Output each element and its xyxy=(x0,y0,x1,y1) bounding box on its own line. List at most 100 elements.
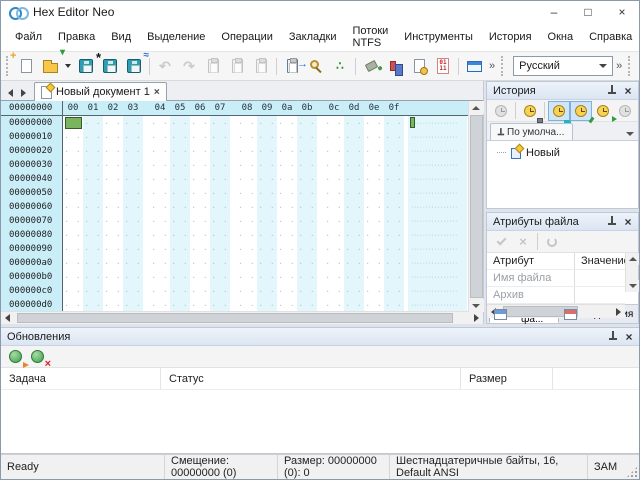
scroll-down-icon[interactable] xyxy=(626,280,639,292)
hex-cell[interactable] xyxy=(123,214,143,228)
hex-cell[interactable] xyxy=(364,284,384,298)
ascii-column[interactable]: ················ xyxy=(408,158,467,172)
hex-cell[interactable] xyxy=(190,242,210,256)
hex-cell[interactable] xyxy=(344,256,364,270)
column-header-size[interactable]: Размер xyxy=(461,368,553,389)
hex-cell[interactable] xyxy=(364,200,384,214)
hex-cell[interactable] xyxy=(83,172,103,186)
hex-cell[interactable] xyxy=(170,298,190,311)
column-header-status[interactable]: Статус xyxy=(161,368,461,389)
redo-icon[interactable]: ↷ xyxy=(177,54,201,78)
hex-cell[interactable] xyxy=(190,214,210,228)
hex-cell[interactable] xyxy=(210,172,230,186)
hex-cell[interactable] xyxy=(257,214,277,228)
hex-horizontal-scrollbar[interactable] xyxy=(1,311,483,324)
hex-cell[interactable] xyxy=(123,256,143,270)
menu-item[interactable]: Вид xyxy=(103,29,139,45)
hex-cell[interactable] xyxy=(103,214,123,228)
hex-cell[interactable] xyxy=(364,172,384,186)
hex-cell[interactable] xyxy=(344,270,364,284)
hex-cell[interactable] xyxy=(277,284,297,298)
hex-cell[interactable] xyxy=(210,130,230,144)
hex-cell[interactable] xyxy=(344,130,364,144)
hex-cell[interactable] xyxy=(170,144,190,158)
tab-close-icon[interactable]: × xyxy=(154,87,160,98)
hex-cell[interactable] xyxy=(150,228,170,242)
hex-cell[interactable] xyxy=(257,200,277,214)
resize-grip[interactable] xyxy=(625,465,639,479)
ascii-column[interactable]: ················ xyxy=(408,172,467,186)
hex-cell[interactable] xyxy=(277,270,297,284)
find-icon[interactable] xyxy=(304,54,328,78)
hex-cell[interactable] xyxy=(344,214,364,228)
paste-clipboard-icon[interactable] xyxy=(249,54,273,78)
hex-cell[interactable] xyxy=(103,186,123,200)
hex-cell[interactable] xyxy=(63,130,83,144)
hex-cell[interactable] xyxy=(384,298,404,311)
menu-item[interactable]: Правка xyxy=(50,29,103,45)
hex-cell[interactable] xyxy=(324,298,344,311)
hex-cell[interactable] xyxy=(384,214,404,228)
pin-icon[interactable] xyxy=(606,216,617,227)
column-header-value[interactable]: Значение xyxy=(575,255,630,267)
export-icon[interactable]: → xyxy=(280,54,304,78)
hex-cell[interactable] xyxy=(277,200,297,214)
hex-cell[interactable] xyxy=(237,158,257,172)
hex-cell[interactable] xyxy=(297,256,317,270)
toolbar-overflow-chevron[interactable]: » xyxy=(489,60,495,72)
hex-cell[interactable] xyxy=(83,256,103,270)
hex-cell[interactable] xyxy=(103,172,123,186)
hex-cell[interactable] xyxy=(123,186,143,200)
hex-cell[interactable] xyxy=(210,158,230,172)
ascii-column[interactable]: ················ xyxy=(408,116,467,130)
menu-item[interactable]: Окна xyxy=(540,29,582,45)
hex-cell[interactable] xyxy=(103,228,123,242)
scroll-right-icon[interactable] xyxy=(612,305,625,318)
ascii-column[interactable]: ················ xyxy=(408,284,467,298)
hex-cell[interactable] xyxy=(344,144,364,158)
hex-cell[interactable] xyxy=(384,116,404,130)
hex-cell[interactable] xyxy=(123,200,143,214)
hex-cell[interactable] xyxy=(237,130,257,144)
undo-icon[interactable]: ↶ xyxy=(153,54,177,78)
hex-cell[interactable] xyxy=(150,158,170,172)
hex-cell[interactable] xyxy=(63,242,83,256)
hex-cell[interactable] xyxy=(324,270,344,284)
history-tree-icon[interactable] xyxy=(570,101,592,121)
hex-cell[interactable] xyxy=(324,214,344,228)
scrollbar-thumb[interactable] xyxy=(470,115,483,298)
hex-cell[interactable] xyxy=(364,130,384,144)
hex-cell[interactable] xyxy=(123,270,143,284)
hex-cell[interactable] xyxy=(324,186,344,200)
hex-cell[interactable] xyxy=(277,186,297,200)
hex-cell[interactable] xyxy=(277,144,297,158)
hex-cell[interactable] xyxy=(324,130,344,144)
hex-cell[interactable] xyxy=(103,116,123,130)
scroll-up-icon[interactable] xyxy=(469,101,484,114)
hex-cell[interactable] xyxy=(324,200,344,214)
history-stats-icon[interactable] xyxy=(614,101,636,121)
hex-cell[interactable] xyxy=(324,256,344,270)
hex-cell[interactable] xyxy=(364,144,384,158)
history-branch-tab[interactable]: По умолча... xyxy=(490,123,573,140)
hex-cell[interactable] xyxy=(63,298,83,311)
scroll-down-icon[interactable] xyxy=(469,299,484,312)
hex-cell[interactable] xyxy=(150,200,170,214)
hex-cell[interactable] xyxy=(257,172,277,186)
attributes-discard-icon[interactable]: × xyxy=(512,232,534,252)
hex-cell[interactable] xyxy=(257,256,277,270)
ascii-column[interactable]: ················ xyxy=(408,200,467,214)
hex-cell[interactable] xyxy=(170,256,190,270)
hex-cell[interactable] xyxy=(297,172,317,186)
attribute-row[interactable]: Архив xyxy=(487,287,625,304)
hex-cell[interactable] xyxy=(103,256,123,270)
hex-cell[interactable] xyxy=(257,242,277,256)
minimize-button[interactable]: – xyxy=(537,1,571,23)
hex-cell[interactable] xyxy=(190,172,210,186)
hex-cell[interactable] xyxy=(83,228,103,242)
hex-cell[interactable] xyxy=(257,116,277,130)
document-tab[interactable]: Новый документ 1 × xyxy=(34,82,167,101)
hex-cell[interactable] xyxy=(150,256,170,270)
panel-close-icon[interactable]: × xyxy=(622,330,636,344)
open-file-icon[interactable]: ▾ xyxy=(38,54,62,78)
